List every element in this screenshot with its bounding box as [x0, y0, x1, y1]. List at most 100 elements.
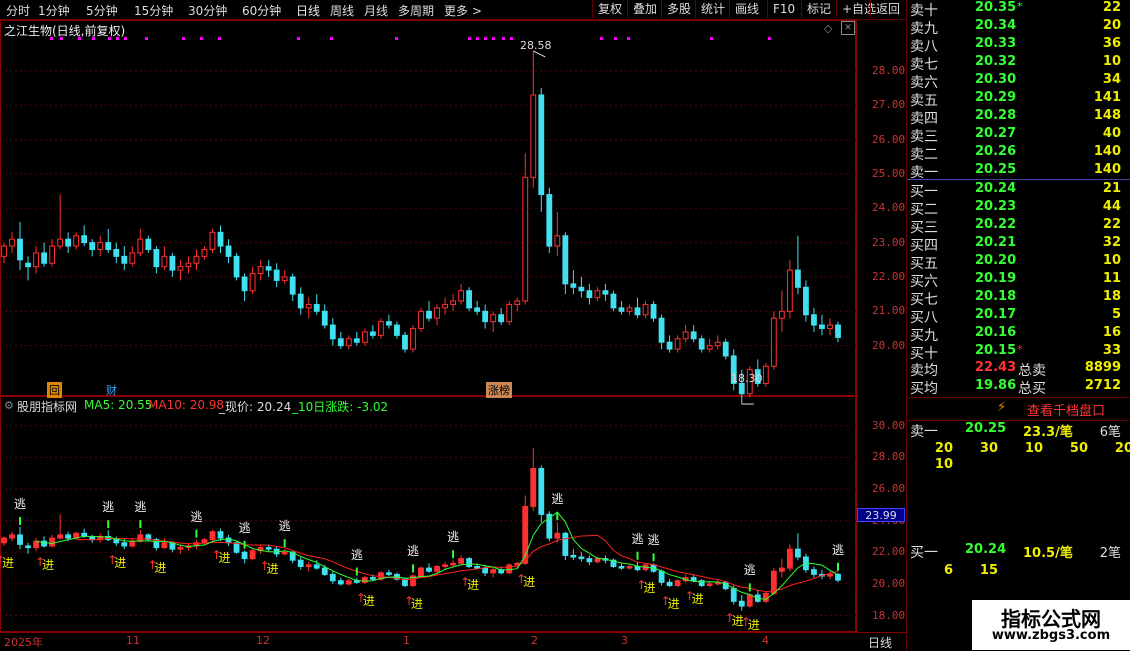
period-indicator[interactable]: 日线: [868, 634, 892, 651]
buy-level-volume: 21: [1102, 181, 1121, 196]
enter-arrow-icon: ↑: [684, 589, 695, 604]
candle-body: [41, 252, 48, 264]
indicator-candle-body: [241, 551, 248, 560]
sell-level-row[interactable]: 卖六 20.30 34: [907, 72, 1130, 91]
sell-level-row[interactable]: 卖三 20.27 40: [907, 126, 1130, 145]
avg-sell-value: 22.43: [975, 360, 1017, 375]
indicator-candle-body: [626, 566, 633, 569]
escape-signal: 逃: [551, 492, 564, 507]
sell-level-label: 卖十: [910, 3, 938, 19]
current-price-tag: 23.99: [857, 508, 905, 522]
indicator-candle-body: [730, 588, 737, 602]
candle-body: [778, 310, 785, 319]
candle-body: [450, 300, 456, 305]
candle-body: [217, 231, 224, 247]
kline-chart[interactable]: [0, 0, 906, 650]
indicator-candle-body: [249, 550, 256, 560]
deep-book-bar[interactable]: ⚡ 查看千档盘口: [907, 397, 1130, 421]
buy-level-row[interactable]: 买五 20.20 10: [907, 253, 1130, 272]
marker-finance[interactable]: 财: [106, 382, 117, 398]
sell-level-row[interactable]: 卖八 20.33 36: [907, 36, 1130, 55]
buy-level-price: 20.21: [975, 235, 1017, 250]
order-size: 15: [979, 563, 998, 578]
indicator-candle-body: [369, 577, 376, 580]
candle-body: [113, 248, 120, 257]
buy-level-label: 买七: [910, 292, 938, 308]
buy-level-row[interactable]: 买八 20.17 5: [907, 307, 1130, 326]
candle-body: [674, 338, 681, 350]
buy-level-row[interactable]: 买三 20.22 22: [907, 217, 1130, 236]
settings-gear-icon[interactable]: ⚙: [4, 399, 14, 412]
sell-level-row[interactable]: 卖五 20.29 141: [907, 90, 1130, 109]
candle-body: [273, 269, 280, 281]
candle-body: [353, 338, 360, 343]
xaxis-label: 2: [531, 634, 538, 647]
candle-body: [634, 307, 641, 316]
sell-level-row[interactable]: 卖四 20.28 148: [907, 108, 1130, 127]
xaxis-label: 11: [126, 634, 140, 647]
buy-level-row[interactable]: 买二 20.23 44: [907, 199, 1130, 218]
buy-level-volume: 44: [1102, 199, 1121, 214]
candle-body: [281, 276, 288, 281]
enter-arrow-icon: ↑: [147, 557, 158, 572]
candle-body: [434, 307, 440, 319]
sell1-detail-price: 20.25: [965, 421, 1007, 436]
sell-level-row[interactable]: 卖七 20.32 10: [907, 54, 1130, 73]
candle-body: [418, 310, 424, 329]
buy-level-label: 买六: [910, 274, 938, 290]
indicator-candle-body: [402, 578, 408, 586]
total-buy-label: 总买: [1018, 381, 1046, 397]
sell-level-price: 20.30: [975, 72, 1017, 87]
lightning-icon: ⚡: [997, 400, 1007, 415]
indicator-candle-body: [618, 566, 625, 569]
escape-signal: 逃: [631, 531, 644, 546]
buy-level-row[interactable]: 买九 20.16 16: [907, 325, 1130, 344]
enter-arrow-icon: ↑: [259, 559, 270, 574]
buy-level-row[interactable]: 买一 20.24 21: [907, 181, 1130, 200]
indicator-candle-body: [305, 564, 312, 568]
candle-body: [225, 245, 232, 257]
event-dot: [330, 37, 333, 40]
buy-level-volume: 22: [1102, 217, 1121, 232]
sell-level-row[interactable]: 卖十 20.35 * 22: [907, 0, 1130, 19]
marker-top-list[interactable]: 涨榜: [486, 382, 512, 398]
event-dot: [502, 37, 505, 40]
candle-body: [490, 314, 497, 323]
indicator-candle-body: [666, 581, 673, 586]
candle-body: [337, 338, 344, 347]
candle-body: [121, 255, 128, 264]
indicator-candle-body: [586, 558, 593, 563]
sell-level-row[interactable]: 卖二 20.26 140: [907, 144, 1130, 163]
order-size: 30: [979, 441, 998, 456]
candle-body: [682, 331, 689, 340]
candle-body: [602, 290, 609, 295]
buy-level-row[interactable]: 买七 20.18 18: [907, 289, 1130, 308]
buy-level-label: 买二: [910, 202, 938, 218]
buy-level-volume: 16: [1102, 325, 1121, 340]
candle-body: [241, 276, 248, 292]
sell-level-volume: 141: [1093, 90, 1121, 105]
sell-level-row[interactable]: 卖一 20.25 140: [907, 162, 1130, 181]
indicator-candle-body: [562, 532, 569, 556]
event-dot: [60, 37, 63, 40]
deep-book-button[interactable]: 查看千档盘口: [1027, 400, 1105, 419]
candle-body: [73, 235, 80, 247]
candle-body: [610, 293, 617, 309]
indicator-name: 股朋指标网: [17, 400, 78, 414]
buy-level-row[interactable]: 买六 20.19 11: [907, 271, 1130, 290]
buy-level-price: 20.23: [975, 199, 1017, 214]
order-size: 10: [1024, 441, 1043, 456]
marker-return[interactable]: 回: [47, 382, 62, 398]
event-dot: [50, 37, 53, 40]
candle-body: [345, 338, 352, 347]
sell-level-row[interactable]: 卖九 20.34 20: [907, 18, 1130, 37]
indicator-candle-body: [129, 540, 136, 547]
enter-arrow-icon: ↑: [636, 578, 647, 593]
enter-arrow-icon: ↑: [740, 614, 751, 629]
candle-body: [819, 324, 825, 329]
candle-body: [706, 345, 713, 350]
buy-level-row[interactable]: 买四 20.21 32: [907, 235, 1130, 254]
candle-body: [145, 238, 152, 250]
buy-level-row[interactable]: 买十 20.15 * 33: [907, 343, 1130, 362]
escape-signal: 逃: [743, 563, 756, 578]
